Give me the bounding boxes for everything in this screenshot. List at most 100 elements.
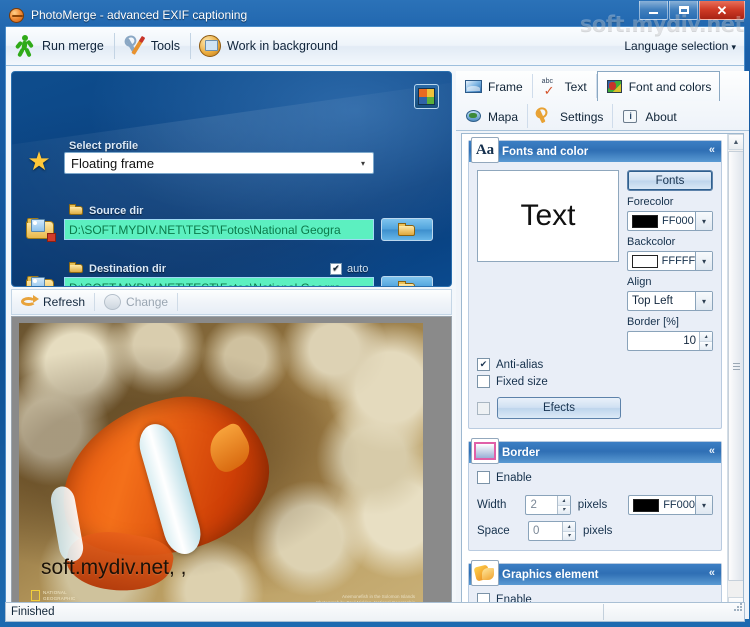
checkbox-box — [477, 401, 490, 415]
run-merge-label: Run merge — [42, 39, 104, 53]
folder-icon — [398, 222, 416, 237]
settings-scroll-region: Aa Fonts and color « Text Fonts Forecolo… — [461, 133, 744, 614]
settings-content: Aa Fonts and color « Text Fonts Forecolo… — [462, 134, 728, 613]
tab-mapa[interactable]: Mapa — [456, 101, 527, 131]
change-icon — [104, 294, 122, 310]
app-icon — [9, 7, 24, 23]
refresh-button[interactable]: Refresh — [12, 291, 94, 313]
fonts-button[interactable]: Fonts — [627, 170, 713, 191]
spinner-down-icon[interactable]: ▾ — [700, 341, 712, 350]
spinner-buttons[interactable]: ▴ ▾ — [699, 332, 712, 350]
tab-font-and-colors[interactable]: Font and colors — [596, 71, 721, 101]
tab-frame[interactable]: Frame — [456, 71, 532, 101]
tab-about-label: About — [645, 109, 677, 124]
natgeo-rectangle-icon — [31, 590, 40, 601]
scroll-up-button[interactable]: ▲ — [728, 134, 743, 150]
backcolor-combo[interactable]: FFFFF ▾ — [627, 251, 713, 271]
tab-row-bottom: Mapa Settings i About — [456, 101, 749, 131]
destination-browse-button[interactable] — [381, 276, 433, 286]
chevron-down-icon: ▾ — [360, 158, 365, 168]
border-pct-value: 10 — [683, 335, 696, 347]
tab-about[interactable]: i About — [613, 101, 685, 131]
border-space-spinner[interactable]: 0 ▴ ▾ — [528, 521, 576, 541]
border-color-combo[interactable]: FF000 ▾ — [628, 495, 713, 515]
auto-checkbox[interactable]: auto — [330, 260, 368, 275]
destination-dir-value: D:\SOFT.MYDIV.NET\TEST\Fotos\National Ge… — [69, 281, 341, 287]
effects-button[interactable]: Efects — [497, 397, 621, 419]
chevron-down-icon[interactable]: ▾ — [695, 496, 712, 514]
border-width-label: Width — [477, 499, 507, 511]
runner-icon — [14, 35, 36, 58]
checkbox-box — [477, 471, 490, 484]
backcolor-swatch — [632, 254, 658, 268]
font-colors-icon — [606, 79, 624, 95]
checkbox-box — [330, 262, 342, 275]
folder-icon — [69, 204, 84, 216]
chevron-down-icon[interactable]: ▾ — [695, 252, 712, 270]
chevron-down-icon[interactable]: ▾ — [695, 212, 712, 230]
language-selection-menu[interactable]: Language selection ▾ — [624, 39, 736, 53]
align-combo[interactable]: Top Left ▾ — [627, 291, 713, 311]
tools-button[interactable]: Tools — [115, 31, 190, 62]
profile-and-paths-panel: ★ Select profile Floating frame ▾ Source… — [11, 71, 452, 287]
work-in-background-label: Work in background — [227, 39, 338, 53]
forecolor-combo[interactable]: FF000 ▾ — [627, 211, 713, 231]
fonts-button-label: Fonts — [655, 174, 685, 187]
border-width-spinner[interactable]: 2 ▴ ▾ — [525, 495, 571, 515]
spinner-up-icon[interactable]: ▴ — [700, 332, 712, 342]
palette-button[interactable] — [414, 84, 439, 109]
spinner-buttons[interactable]: ▴ ▾ — [562, 522, 575, 540]
collapse-icon[interactable]: « — [709, 567, 715, 579]
source-browse-button[interactable] — [381, 218, 433, 241]
border-space-value: 0 — [533, 525, 540, 537]
collapse-icon[interactable]: « — [709, 144, 715, 156]
tab-settings[interactable]: Settings — [528, 101, 612, 131]
source-dir-input[interactable]: D:\SOFT.MYDIV.NET\TEST\Fotos\National Ge… — [64, 219, 374, 240]
chevron-down-icon[interactable]: ▾ — [695, 292, 712, 310]
folder-icon — [69, 262, 84, 274]
anti-alias-checkbox[interactable]: Anti-alias — [477, 358, 543, 371]
checkbox-box — [477, 358, 490, 371]
graphics-element-icon — [471, 560, 499, 586]
info-icon: i — [622, 109, 640, 125]
border-pct-spinner[interactable]: 10 ▴ ▾ — [627, 331, 713, 351]
tab-text[interactable]: abc ✓ Text — [533, 71, 596, 101]
forecolor-label: Forecolor — [627, 196, 674, 208]
resize-grip-icon[interactable] — [733, 602, 742, 611]
caption-overlay-text: soft.mydiv.net, , — [41, 556, 187, 579]
effects-checkbox[interactable] — [477, 401, 490, 415]
tab-text-label: Text — [564, 79, 587, 94]
minimize-button[interactable] — [639, 1, 668, 20]
chevron-down-icon: ▾ — [731, 42, 736, 52]
settings-vertical-scrollbar[interactable]: ▲ ▼ — [727, 134, 743, 613]
destination-dir-input[interactable]: D:\SOFT.MYDIV.NET\TEST\Fotos\National Ge… — [64, 277, 374, 287]
image-preview-area[interactable]: soft.mydiv.net, , NATIONAL GEOGRAPHIC Ph… — [11, 316, 452, 619]
status-bar: Finished — [5, 602, 745, 622]
settings-panel: Frame abc ✓ Text Font and colors Mapa Se… — [456, 71, 749, 619]
work-in-background-button[interactable]: Work in background — [191, 31, 348, 62]
main-toolbar: Run merge Tools Work in background Langu… — [6, 27, 744, 66]
refresh-label: Refresh — [43, 295, 86, 309]
spinner-down-icon[interactable]: ▾ — [563, 531, 575, 540]
run-merge-button[interactable]: Run merge — [6, 31, 114, 62]
spinner-up-icon[interactable]: ▴ — [563, 522, 575, 532]
change-button[interactable]: Change — [95, 291, 177, 313]
collapse-icon[interactable]: « — [709, 445, 715, 457]
border-enable-checkbox[interactable]: Enable — [477, 471, 532, 484]
group-fonts-and-color-header: Aa Fonts and color « — [469, 137, 721, 163]
spinner-up-icon[interactable]: ▴ — [557, 496, 570, 506]
anti-alias-label: Anti-alias — [496, 358, 544, 371]
backcolor-label: Backcolor — [627, 236, 676, 248]
close-button[interactable]: ✕ — [699, 1, 745, 20]
spinner-buttons[interactable]: ▴ ▾ — [556, 496, 570, 514]
status-divider — [603, 604, 604, 620]
effects-button-label: Efects — [543, 402, 575, 414]
fixed-size-checkbox[interactable]: Fixed size — [477, 375, 548, 388]
destination-folder-photo-icon — [26, 276, 56, 286]
scrollbar-thumb[interactable] — [728, 151, 743, 581]
maximize-button[interactable] — [669, 1, 698, 20]
spinner-down-icon[interactable]: ▾ — [557, 505, 570, 514]
source-dir-label: Source dir — [69, 203, 143, 217]
profile-combo[interactable]: Floating frame ▾ — [64, 152, 374, 174]
title-bar: PhotoMerge - advanced EXIF captioning ✕ — [5, 1, 745, 26]
